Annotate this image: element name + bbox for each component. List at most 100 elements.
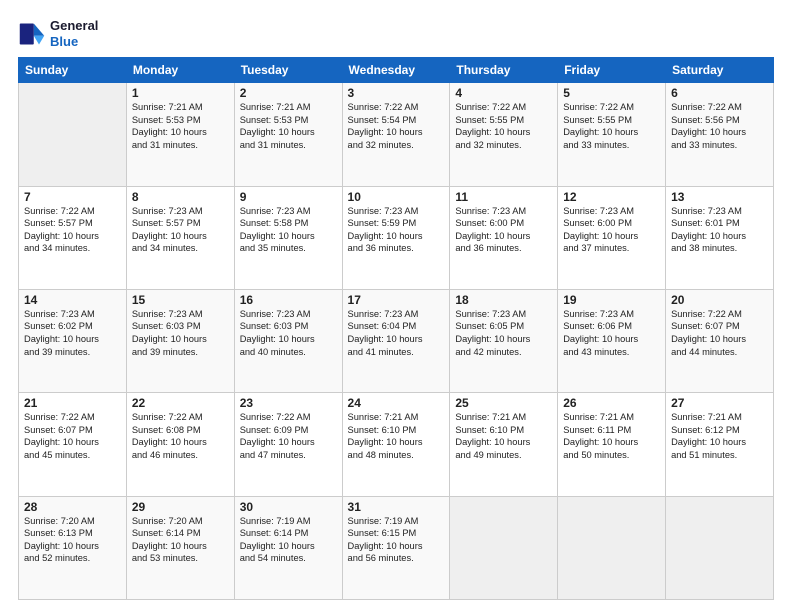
day-info: Sunrise: 7:22 AMSunset: 5:57 PMDaylight:… — [24, 205, 121, 255]
day-info: Sunrise: 7:23 AMSunset: 6:00 PMDaylight:… — [563, 205, 660, 255]
day-number: 8 — [132, 190, 229, 204]
calendar-cell: 16Sunrise: 7:23 AMSunset: 6:03 PMDayligh… — [234, 289, 342, 392]
day-info: Sunrise: 7:21 AMSunset: 6:10 PMDaylight:… — [348, 411, 445, 461]
day-info: Sunrise: 7:22 AMSunset: 6:08 PMDaylight:… — [132, 411, 229, 461]
calendar-cell: 21Sunrise: 7:22 AMSunset: 6:07 PMDayligh… — [19, 393, 127, 496]
calendar-cell: 25Sunrise: 7:21 AMSunset: 6:10 PMDayligh… — [450, 393, 558, 496]
day-number: 18 — [455, 293, 552, 307]
day-info: Sunrise: 7:23 AMSunset: 6:02 PMDaylight:… — [24, 308, 121, 358]
weekday-header-row: SundayMondayTuesdayWednesdayThursdayFrid… — [19, 58, 774, 83]
day-number: 5 — [563, 86, 660, 100]
day-info: Sunrise: 7:21 AMSunset: 6:12 PMDaylight:… — [671, 411, 768, 461]
logo-text: General Blue — [50, 18, 98, 49]
day-number: 17 — [348, 293, 445, 307]
day-info: Sunrise: 7:22 AMSunset: 6:07 PMDaylight:… — [671, 308, 768, 358]
day-info: Sunrise: 7:19 AMSunset: 6:14 PMDaylight:… — [240, 515, 337, 565]
day-number: 23 — [240, 396, 337, 410]
day-number: 20 — [671, 293, 768, 307]
day-info: Sunrise: 7:22 AMSunset: 6:09 PMDaylight:… — [240, 411, 337, 461]
calendar-cell: 11Sunrise: 7:23 AMSunset: 6:00 PMDayligh… — [450, 186, 558, 289]
calendar-cell: 9Sunrise: 7:23 AMSunset: 5:58 PMDaylight… — [234, 186, 342, 289]
weekday-saturday: Saturday — [666, 58, 774, 83]
week-row-2: 7Sunrise: 7:22 AMSunset: 5:57 PMDaylight… — [19, 186, 774, 289]
day-info: Sunrise: 7:22 AMSunset: 5:55 PMDaylight:… — [455, 101, 552, 151]
day-number: 7 — [24, 190, 121, 204]
calendar-cell — [666, 496, 774, 599]
day-info: Sunrise: 7:23 AMSunset: 6:04 PMDaylight:… — [348, 308, 445, 358]
calendar-cell: 2Sunrise: 7:21 AMSunset: 5:53 PMDaylight… — [234, 83, 342, 186]
day-info: Sunrise: 7:22 AMSunset: 6:07 PMDaylight:… — [24, 411, 121, 461]
week-row-4: 21Sunrise: 7:22 AMSunset: 6:07 PMDayligh… — [19, 393, 774, 496]
calendar-cell: 8Sunrise: 7:23 AMSunset: 5:57 PMDaylight… — [126, 186, 234, 289]
calendar-cell — [450, 496, 558, 599]
day-number: 2 — [240, 86, 337, 100]
calendar-cell: 27Sunrise: 7:21 AMSunset: 6:12 PMDayligh… — [666, 393, 774, 496]
day-number: 26 — [563, 396, 660, 410]
calendar-cell: 7Sunrise: 7:22 AMSunset: 5:57 PMDaylight… — [19, 186, 127, 289]
day-number: 4 — [455, 86, 552, 100]
day-number: 15 — [132, 293, 229, 307]
calendar-cell: 18Sunrise: 7:23 AMSunset: 6:05 PMDayligh… — [450, 289, 558, 392]
day-info: Sunrise: 7:21 AMSunset: 5:53 PMDaylight:… — [240, 101, 337, 151]
page: General Blue SundayMondayTuesdayWednesda… — [0, 0, 792, 612]
calendar-cell — [19, 83, 127, 186]
calendar-cell: 14Sunrise: 7:23 AMSunset: 6:02 PMDayligh… — [19, 289, 127, 392]
day-info: Sunrise: 7:23 AMSunset: 6:03 PMDaylight:… — [132, 308, 229, 358]
day-number: 11 — [455, 190, 552, 204]
day-number: 19 — [563, 293, 660, 307]
weekday-friday: Friday — [558, 58, 666, 83]
day-number: 9 — [240, 190, 337, 204]
weekday-monday: Monday — [126, 58, 234, 83]
day-info: Sunrise: 7:20 AMSunset: 6:13 PMDaylight:… — [24, 515, 121, 565]
day-info: Sunrise: 7:23 AMSunset: 6:05 PMDaylight:… — [455, 308, 552, 358]
day-number: 6 — [671, 86, 768, 100]
calendar-cell: 22Sunrise: 7:22 AMSunset: 6:08 PMDayligh… — [126, 393, 234, 496]
day-number: 25 — [455, 396, 552, 410]
calendar-cell: 1Sunrise: 7:21 AMSunset: 5:53 PMDaylight… — [126, 83, 234, 186]
week-row-5: 28Sunrise: 7:20 AMSunset: 6:13 PMDayligh… — [19, 496, 774, 599]
day-number: 1 — [132, 86, 229, 100]
day-info: Sunrise: 7:21 AMSunset: 5:53 PMDaylight:… — [132, 101, 229, 151]
day-info: Sunrise: 7:23 AMSunset: 5:58 PMDaylight:… — [240, 205, 337, 255]
day-number: 24 — [348, 396, 445, 410]
day-info: Sunrise: 7:22 AMSunset: 5:54 PMDaylight:… — [348, 101, 445, 151]
week-row-3: 14Sunrise: 7:23 AMSunset: 6:02 PMDayligh… — [19, 289, 774, 392]
calendar-cell: 5Sunrise: 7:22 AMSunset: 5:55 PMDaylight… — [558, 83, 666, 186]
day-number: 16 — [240, 293, 337, 307]
calendar-cell: 23Sunrise: 7:22 AMSunset: 6:09 PMDayligh… — [234, 393, 342, 496]
day-info: Sunrise: 7:23 AMSunset: 5:57 PMDaylight:… — [132, 205, 229, 255]
day-number: 3 — [348, 86, 445, 100]
day-info: Sunrise: 7:23 AMSunset: 5:59 PMDaylight:… — [348, 205, 445, 255]
calendar-cell: 3Sunrise: 7:22 AMSunset: 5:54 PMDaylight… — [342, 83, 450, 186]
day-info: Sunrise: 7:19 AMSunset: 6:15 PMDaylight:… — [348, 515, 445, 565]
day-number: 27 — [671, 396, 768, 410]
calendar-cell: 26Sunrise: 7:21 AMSunset: 6:11 PMDayligh… — [558, 393, 666, 496]
day-number: 13 — [671, 190, 768, 204]
header: General Blue — [18, 18, 774, 49]
weekday-tuesday: Tuesday — [234, 58, 342, 83]
calendar-cell: 12Sunrise: 7:23 AMSunset: 6:00 PMDayligh… — [558, 186, 666, 289]
weekday-sunday: Sunday — [19, 58, 127, 83]
logo: General Blue — [18, 18, 98, 49]
day-info: Sunrise: 7:23 AMSunset: 6:01 PMDaylight:… — [671, 205, 768, 255]
day-info: Sunrise: 7:23 AMSunset: 6:00 PMDaylight:… — [455, 205, 552, 255]
calendar-cell — [558, 496, 666, 599]
day-number: 31 — [348, 500, 445, 514]
day-number: 29 — [132, 500, 229, 514]
calendar-cell: 28Sunrise: 7:20 AMSunset: 6:13 PMDayligh… — [19, 496, 127, 599]
day-number: 22 — [132, 396, 229, 410]
calendar-cell: 17Sunrise: 7:23 AMSunset: 6:04 PMDayligh… — [342, 289, 450, 392]
day-info: Sunrise: 7:22 AMSunset: 5:56 PMDaylight:… — [671, 101, 768, 151]
day-info: Sunrise: 7:23 AMSunset: 6:03 PMDaylight:… — [240, 308, 337, 358]
week-row-1: 1Sunrise: 7:21 AMSunset: 5:53 PMDaylight… — [19, 83, 774, 186]
calendar-cell: 31Sunrise: 7:19 AMSunset: 6:15 PMDayligh… — [342, 496, 450, 599]
day-info: Sunrise: 7:21 AMSunset: 6:11 PMDaylight:… — [563, 411, 660, 461]
day-number: 12 — [563, 190, 660, 204]
day-number: 10 — [348, 190, 445, 204]
weekday-wednesday: Wednesday — [342, 58, 450, 83]
day-info: Sunrise: 7:22 AMSunset: 5:55 PMDaylight:… — [563, 101, 660, 151]
logo-icon — [18, 20, 46, 48]
calendar-cell: 6Sunrise: 7:22 AMSunset: 5:56 PMDaylight… — [666, 83, 774, 186]
calendar-cell: 30Sunrise: 7:19 AMSunset: 6:14 PMDayligh… — [234, 496, 342, 599]
day-number: 21 — [24, 396, 121, 410]
